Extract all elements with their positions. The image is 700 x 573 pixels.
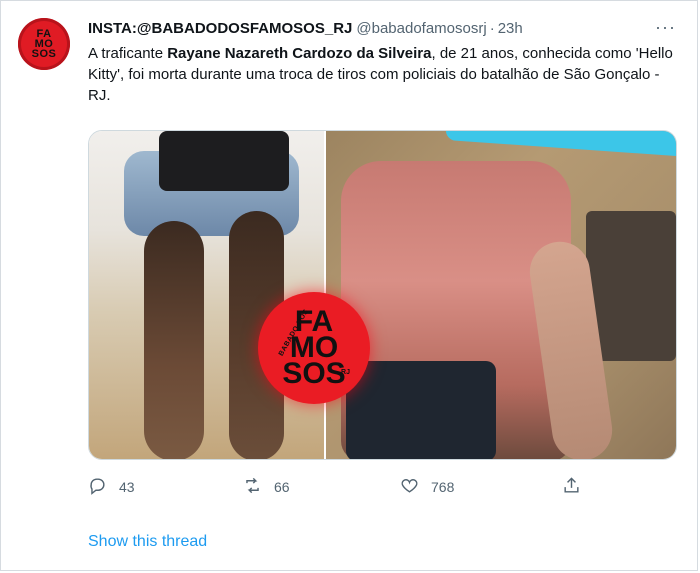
- share-button[interactable]: [562, 476, 581, 498]
- retweet-button[interactable]: 66: [243, 476, 290, 498]
- tweet-text-start: A traficante: [88, 45, 168, 62]
- watermark-logo: BABADO DOS FA MO SOS RJ: [258, 292, 370, 404]
- media-photo-left[interactable]: [89, 131, 324, 459]
- like-count: 768: [431, 479, 455, 495]
- reply-icon: [88, 476, 107, 498]
- avatar[interactable]: FA MO SOS: [18, 18, 70, 70]
- photo-shape: [159, 131, 289, 191]
- retweet-icon: [243, 476, 262, 498]
- media-grid[interactable]: [88, 130, 677, 460]
- more-options-icon[interactable]: ···: [655, 17, 676, 38]
- tweet-header: INSTA:@BABADODOSFAMOSOS_RJ @babadofamoso…: [88, 17, 676, 39]
- heart-icon: [400, 476, 419, 498]
- photo-shape: [346, 361, 496, 459]
- watermark-suffix: RJ: [341, 369, 350, 376]
- timestamp[interactable]: 23h: [498, 20, 523, 37]
- separator-dot: ·: [489, 19, 495, 37]
- like-button[interactable]: 768: [400, 476, 454, 498]
- user-handle[interactable]: @babadofamososrj: [356, 20, 486, 37]
- display-name[interactable]: INSTA:@BABADODOSFAMOSOS_RJ: [88, 20, 352, 37]
- share-icon: [562, 476, 581, 498]
- tweet-actions: 43 66 768: [88, 476, 588, 500]
- media-photo-right[interactable]: [326, 131, 676, 459]
- photo-shape: [144, 221, 204, 459]
- show-thread-link[interactable]: Show this thread: [88, 533, 207, 551]
- avatar-logo-text: FA MO SOS: [31, 28, 57, 60]
- tweet-text-bold-name: Rayane Nazareth Cardozo da Silveira: [167, 45, 432, 62]
- reply-button[interactable]: 43: [88, 476, 135, 498]
- tweet-text: A traficante Rayane Nazareth Cardozo da …: [88, 43, 678, 106]
- photo-shape: [445, 131, 676, 159]
- reply-count: 43: [119, 479, 135, 495]
- retweet-count: 66: [274, 479, 290, 495]
